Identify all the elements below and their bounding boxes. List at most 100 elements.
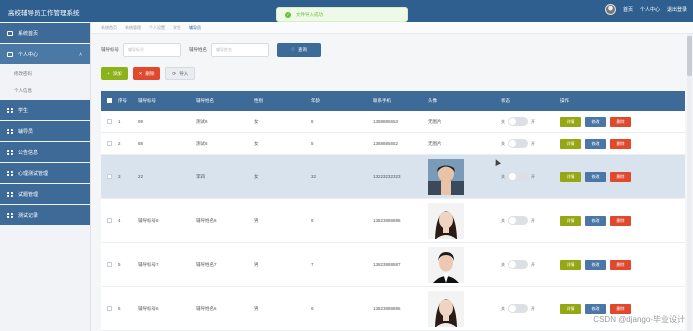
vertical-scrollbar[interactable] — [687, 34, 692, 331]
table-row[interactable]: 3 22 李四女 32 13223232323 关开详情 修改 删除 — [101, 155, 685, 199]
sidebar-item-questions[interactable]: 试题管理 — [0, 184, 90, 204]
edit-button[interactable]: 修改 — [585, 171, 606, 182]
header-index: 序号 — [118, 98, 127, 103]
detail-button[interactable]: 详情 — [560, 171, 581, 182]
edit-button[interactable]: 修改 — [585, 138, 606, 149]
logout-link[interactable]: 退出登录 — [667, 6, 687, 13]
sidebar-item-announcements[interactable]: 公告信息 — [0, 142, 90, 162]
breadcrumb-item[interactable]: 学生 — [173, 25, 181, 31]
table-row[interactable]: 4 辅导标号8 辅导姓名8 男 8 13823888888 关开详情 修改 删除 — [101, 199, 685, 243]
action-bar: + 添加 ✕ 删除 ⟳ 导入 — [101, 67, 196, 80]
row-checkbox[interactable] — [107, 173, 112, 179]
edit-button[interactable]: 修改 — [585, 215, 606, 226]
personal-center-link[interactable]: 个人中心 — [640, 6, 660, 13]
header-counselor-no: 辅导标号 — [138, 98, 156, 103]
detail-button[interactable]: 详情 — [560, 138, 581, 149]
counselor-name-input[interactable]: 辅导姓名 — [211, 43, 269, 57]
breadcrumb-item-current[interactable]: 辅导员 — [189, 25, 201, 31]
import-button[interactable]: ⟳ 导入 — [165, 67, 196, 80]
select-all-checkbox[interactable] — [107, 98, 112, 103]
row-delete-button[interactable]: 删除 — [610, 303, 631, 314]
grid-icon — [7, 149, 13, 155]
state-toggle[interactable] — [508, 117, 528, 126]
header-sex: 性别 — [254, 98, 263, 103]
sidebar-item-test-records[interactable]: 测试记录 — [0, 205, 90, 225]
row-delete-button[interactable]: 删除 — [610, 259, 631, 270]
sidebar-subitem-change-password[interactable]: 修改密码 — [0, 65, 90, 82]
sidebar-item-label: 测试记录 — [18, 212, 39, 219]
switch-on-label: 开 — [531, 305, 535, 311]
edit-button[interactable]: 修改 — [585, 303, 606, 314]
cell-counselor-name: 测试6 — [196, 140, 208, 146]
counselor-no-input[interactable]: 辅导标号 — [123, 43, 181, 57]
photo-cell — [428, 202, 501, 239]
row-delete-button[interactable]: 删除 — [610, 116, 631, 127]
row-delete-button[interactable]: 删除 — [610, 138, 631, 149]
header-phone: 联系手机 — [373, 98, 391, 103]
switch-on-label: 开 — [531, 261, 535, 267]
close-icon: ✕ — [138, 70, 143, 76]
edit-button[interactable]: 修改 — [585, 116, 606, 127]
state-switch-group: 关开 — [501, 139, 560, 148]
sidebar-item-home[interactable]: 系统首页 — [0, 23, 90, 43]
detail-button[interactable]: 详情 — [560, 215, 581, 226]
row-delete-button[interactable]: 删除 — [610, 171, 631, 182]
state-toggle[interactable] — [508, 304, 528, 313]
breadcrumb-item[interactable]: 系统管理 — [125, 25, 141, 31]
state-toggle[interactable] — [508, 172, 528, 181]
app-title: 高校辅导员工作管理系统 — [8, 10, 80, 17]
add-button-label: 添加 — [112, 70, 122, 76]
row-checkbox[interactable] — [107, 305, 112, 311]
sidebar-item-students[interactable]: 学生 — [0, 100, 90, 120]
sidebar-item-personal-center[interactable]: 个人中心 ˄ — [0, 44, 90, 64]
breadcrumb-item[interactable]: 系统首页 — [101, 25, 117, 31]
row-checkbox[interactable] — [107, 118, 112, 124]
chevron-up-icon: ˄ — [79, 52, 82, 58]
row-delete-button[interactable]: 删除 — [610, 215, 631, 226]
switch-off-label: 关 — [501, 118, 505, 124]
cell-index: 6 — [118, 306, 121, 311]
state-switch-group: 关开 — [501, 216, 560, 225]
avatar[interactable] — [604, 4, 616, 15]
header-state: 状态 — [501, 98, 510, 103]
edit-button[interactable]: 修改 — [585, 259, 606, 270]
cell-sex: 女 — [254, 173, 259, 179]
sidebar-item-label: 辅导员 — [18, 128, 34, 135]
table-row[interactable]: 2 88 测试6 女 5 1388885652 无图片关开详情 修改 删除 — [101, 133, 685, 155]
cell-counselor-name: 辅导姓名8 — [196, 217, 217, 223]
breadcrumb-item[interactable]: 个人设置 — [149, 25, 165, 31]
delete-button[interactable]: ✕ 删除 — [132, 67, 161, 80]
photo-cell — [428, 246, 501, 283]
watermark: CSDN @django-毕业设计 — [593, 315, 685, 324]
table-row[interactable]: 1 99 测试8 女 8 1388885653 无图片关开详情 修改 删除 — [101, 111, 685, 133]
refresh-icon: ⟳ — [172, 70, 177, 76]
add-button[interactable]: + 添加 — [101, 67, 128, 80]
detail-button[interactable]: 详情 — [560, 303, 581, 314]
table-row[interactable]: 5 辅导标号7 辅导姓名7 男 7 13823888887 关开详情 修改 删除 — [101, 243, 685, 287]
home-link[interactable]: 首页 — [623, 6, 633, 13]
heart-icon: ♡ — [290, 47, 296, 52]
toast-message: 文件导入成功 — [296, 11, 323, 17]
counselor-table: 序号 辅导标号 辅导姓名 性别 年龄 联系手机 头像 状态 操作 1 99 测试8 女… — [101, 91, 685, 331]
row-checkbox[interactable] — [107, 217, 112, 223]
state-toggle[interactable] — [508, 260, 528, 269]
detail-button[interactable]: 详情 — [560, 259, 581, 270]
detail-button[interactable]: 详情 — [560, 116, 581, 127]
query-button[interactable]: ♡ 查询 — [277, 43, 321, 57]
row-checkbox[interactable] — [107, 140, 112, 146]
cell-age: 8 — [311, 119, 314, 124]
sidebar-subitem-personal-info[interactable]: 个人信息 — [0, 82, 90, 99]
scrollbar-thumb[interactable] — [687, 36, 692, 76]
row-checkbox[interactable] — [107, 261, 112, 267]
cell-index: 5 — [118, 262, 121, 267]
state-toggle[interactable] — [508, 216, 528, 225]
sidebar-item-counselors[interactable]: 辅导员 — [0, 121, 90, 141]
state-toggle[interactable] — [508, 139, 528, 148]
cell-index: 3 — [118, 174, 121, 179]
sidebar-item-label: 系统首页 — [18, 30, 39, 37]
sidebar-item-psych-tests[interactable]: 心理测试管理 — [0, 163, 90, 183]
switch-off-label: 关 — [501, 173, 505, 179]
header-photo: 头像 — [428, 98, 437, 103]
cell-sex: 男 — [254, 261, 259, 267]
switch-on-label: 开 — [531, 173, 535, 179]
